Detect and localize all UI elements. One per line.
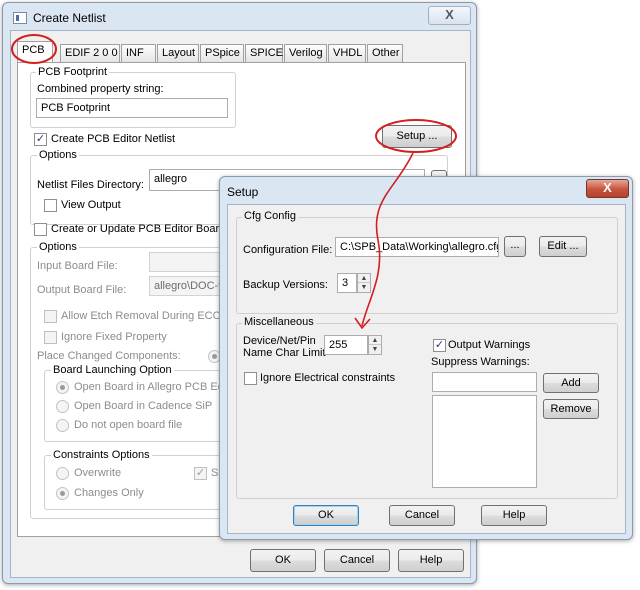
char-limit-input[interactable]: 255 [324, 335, 368, 355]
constraints-group [44, 455, 226, 510]
tab-inf[interactable]: INF [121, 44, 156, 62]
view-output-checkbox[interactable] [44, 199, 57, 212]
close-icon: X [603, 180, 612, 195]
config-file-input[interactable]: C:\SPB_Data\Working\allegro.cfg [335, 237, 499, 257]
tab-pcb[interactable]: PCB [17, 41, 53, 62]
pcb-footprint-group-label: PCB Footprint [36, 66, 110, 78]
combined-property-label: Combined property string: [37, 83, 164, 95]
netlist-options-label: Options [37, 149, 79, 161]
suppress-warnings-label: Suppress Warnings: [431, 356, 530, 368]
board-options-label: Options [37, 241, 79, 253]
allow-etch-label: Allow Etch Removal During ECO [61, 310, 222, 322]
output-warnings-label: Output Warnings [448, 339, 531, 351]
tab-other[interactable]: Other [367, 44, 403, 62]
setup-help-button[interactable]: Help [481, 505, 547, 526]
char-limit-label-2: Name Char Limit [243, 347, 326, 359]
ignore-fixed-label: Ignore Fixed Property [61, 331, 167, 343]
output-board-input[interactable]: allegro\DOC-94 [149, 276, 225, 296]
cfg-config-label: Cfg Config [242, 210, 298, 222]
create-pcb-editor-netlist-checkbox[interactable]: ✓ [34, 133, 47, 146]
allow-etch-checkbox[interactable] [44, 310, 57, 323]
setup-cancel-button[interactable]: Cancel [389, 505, 455, 526]
window-title: Create Netlist [33, 11, 106, 25]
tab-spice[interactable]: SPICE [245, 44, 283, 62]
open-allegro-label: Open Board in Allegro PCB Editor [74, 381, 240, 393]
sh-checkbox[interactable]: ✓ [194, 467, 207, 480]
tab-edif[interactable]: EDIF 2 0 0 [60, 44, 120, 62]
view-output-label: View Output [61, 199, 121, 211]
overwrite-label: Overwrite [74, 467, 122, 479]
do-not-open-label: Do not open board file [74, 419, 183, 431]
config-browse-button[interactable]: ... [504, 236, 526, 257]
output-warnings-checkbox[interactable]: ✓ [433, 339, 446, 352]
ignore-electrical-checkbox[interactable] [244, 372, 257, 385]
remove-button[interactable]: Remove [543, 399, 599, 419]
open-sip-radio[interactable] [56, 400, 69, 413]
backup-versions-input[interactable]: 3 [337, 273, 357, 293]
tab-vhdl[interactable]: VHDL [328, 44, 366, 62]
cancel-button[interactable]: Cancel [324, 549, 390, 572]
char-limit-label-1: Device/Net/Pin [243, 335, 316, 347]
app-icon [13, 12, 27, 24]
setup-dialog: Setup X Cfg Config Configuration File: C… [219, 176, 633, 540]
ignore-fixed-checkbox[interactable] [44, 331, 57, 344]
output-board-label: Output Board File: [37, 284, 127, 296]
help-button[interactable]: Help [398, 549, 464, 572]
edit-button[interactable]: Edit ... [539, 236, 587, 257]
cfg-config-group [236, 217, 618, 314]
create-pcb-editor-netlist-label: Create PCB Editor Netlist [51, 133, 176, 145]
netlist-dir-label: Netlist Files Directory: [37, 179, 144, 191]
config-file-label: Configuration File: [243, 244, 333, 256]
changes-only-label: Changes Only [74, 487, 144, 499]
board-launching-label: Board Launching Option [51, 364, 174, 376]
input-board-input[interactable] [149, 252, 225, 272]
ignore-electrical-label: Ignore Electrical constraints [260, 372, 396, 384]
setup-close-button[interactable]: X [586, 179, 629, 198]
do-not-open-radio[interactable] [56, 419, 69, 432]
close-button[interactable]: X [428, 6, 471, 25]
create-update-board-checkbox[interactable] [34, 223, 47, 236]
suppress-warnings-input[interactable] [432, 372, 537, 392]
setup-body: Cfg Config Configuration File: C:\SPB_Da… [227, 204, 626, 534]
setup-title: Setup [227, 185, 259, 199]
place-changed-label: Place Changed Components: [37, 350, 181, 362]
tab-pspice[interactable]: PSpice [200, 44, 244, 62]
open-sip-label: Open Board in Cadence SiP [74, 400, 213, 412]
setup-ok-button[interactable]: OK [293, 505, 359, 526]
open-allegro-radio[interactable] [56, 381, 69, 394]
input-board-label: Input Board File: [37, 260, 118, 272]
close-icon: X [445, 7, 454, 22]
overwrite-radio[interactable] [56, 467, 69, 480]
create-update-board-label: Create or Update PCB Editor Board (Ne [51, 223, 247, 235]
changes-only-radio[interactable] [56, 487, 69, 500]
suppress-warnings-list[interactable] [432, 395, 537, 488]
misc-label: Miscellaneous [242, 316, 316, 328]
ok-button[interactable]: OK [250, 549, 316, 572]
backup-versions-label: Backup Versions: [243, 279, 328, 291]
char-limit-spinner[interactable]: ▲ ▼ [368, 335, 382, 355]
tab-verilog[interactable]: Verilog [284, 44, 327, 62]
add-button[interactable]: Add [543, 373, 599, 393]
constraints-label: Constraints Options [51, 449, 152, 461]
tab-layout[interactable]: Layout [157, 44, 199, 62]
setup-button[interactable]: Setup ... [382, 125, 452, 148]
backup-versions-spinner[interactable]: ▲ ▼ [357, 273, 371, 293]
combined-property-input[interactable]: PCB Footprint [36, 98, 228, 118]
